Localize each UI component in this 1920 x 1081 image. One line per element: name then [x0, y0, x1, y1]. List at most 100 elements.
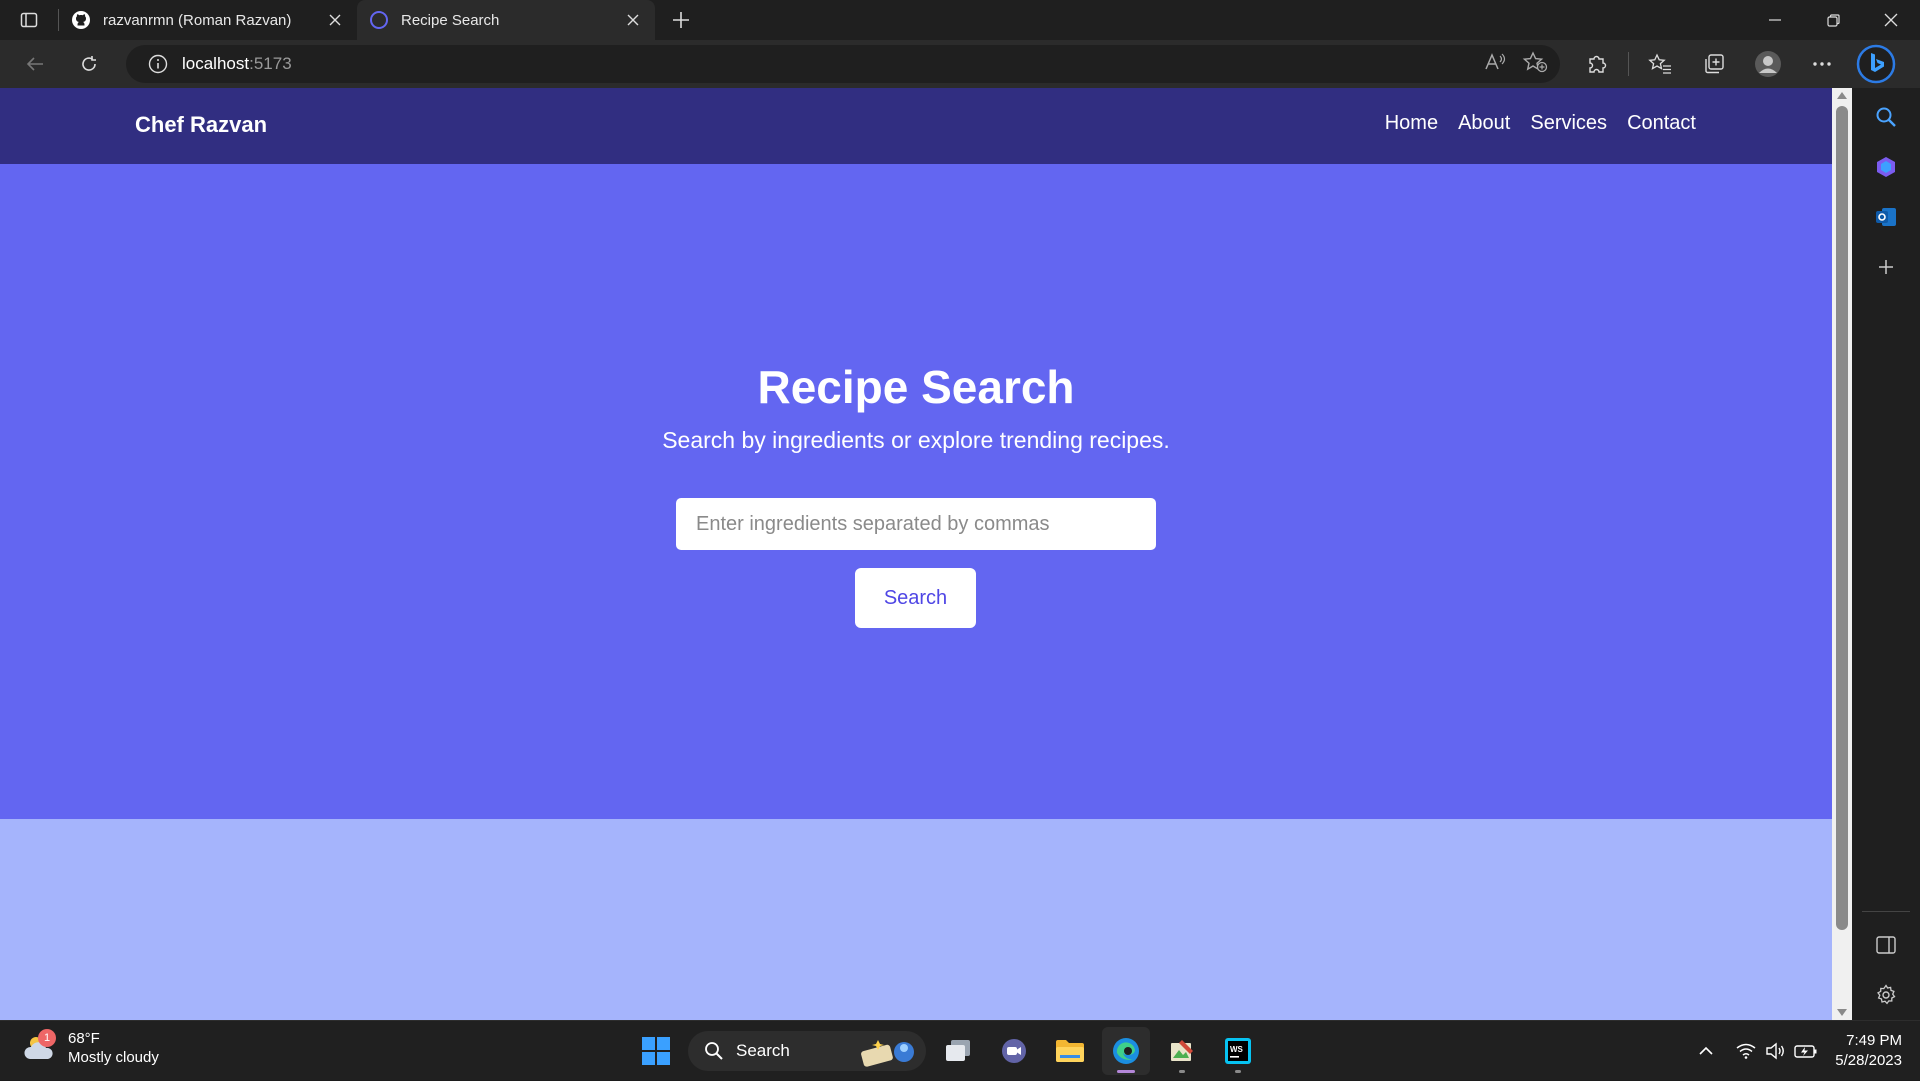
- collections-icon: [1705, 54, 1724, 74]
- close-window-button[interactable]: [1862, 0, 1920, 40]
- url-text: localhost:5173: [182, 54, 292, 74]
- read-aloud-button[interactable]: [1484, 52, 1508, 77]
- video-chat-icon: [1002, 1039, 1026, 1063]
- wifi-icon: [1736, 1043, 1756, 1059]
- extensions-button[interactable]: [1570, 40, 1624, 88]
- read-aloud-icon: [1485, 52, 1506, 69]
- edge-sidebar: [1852, 88, 1920, 1020]
- taskbar-clock[interactable]: 7:49 PM 5/28/2023: [1835, 1031, 1902, 1071]
- close-icon: [329, 14, 341, 26]
- weather-temp: 68°F: [68, 1030, 100, 1047]
- folder-icon: [1056, 1040, 1084, 1062]
- tab-actions-icon: [20, 12, 38, 28]
- more-dots-icon: [1813, 62, 1831, 66]
- system-tray: 7:49 PM 5/28/2023: [1691, 1021, 1920, 1081]
- scroll-up-arrow[interactable]: [1837, 92, 1847, 99]
- task-view-button[interactable]: [934, 1027, 982, 1075]
- search-icon: [1876, 107, 1896, 127]
- nav-link-services[interactable]: Services: [1530, 112, 1607, 135]
- restore-button[interactable]: [1804, 0, 1862, 40]
- clock-time: 7:49 PM: [1846, 1032, 1902, 1049]
- image-editor-button[interactable]: [1158, 1027, 1206, 1075]
- battery-button[interactable]: [1791, 1031, 1821, 1071]
- scrollbar-thumb[interactable]: [1836, 106, 1848, 930]
- refresh-button[interactable]: [66, 44, 112, 84]
- weather-desc: Mostly cloudy: [68, 1049, 159, 1066]
- tab-recipe-search[interactable]: Recipe Search: [357, 0, 655, 40]
- ingredients-search-input[interactable]: [676, 498, 1156, 550]
- tab-close-button[interactable]: [325, 10, 345, 30]
- browser-toolbar: localhost:5173: [0, 40, 1920, 88]
- sidebar-copilot-button[interactable]: [1852, 142, 1920, 192]
- start-button[interactable]: [632, 1027, 680, 1075]
- webstorm-button[interactable]: WS: [1214, 1027, 1262, 1075]
- taskbar-search-label: Search: [736, 1041, 790, 1060]
- more-menu-button[interactable]: [1795, 40, 1849, 88]
- bing-copilot-button[interactable]: [1849, 40, 1903, 88]
- site-brand[interactable]: Chef Razvan: [135, 112, 267, 138]
- windows-taskbar: 1 68°F Mostly cloudy Search WS 7:49 PM 5…: [0, 1020, 1920, 1080]
- tab-actions-button[interactable]: [0, 0, 58, 40]
- collections-button[interactable]: [1687, 40, 1741, 88]
- gear-icon: [1877, 984, 1896, 1005]
- active-app-indicator: [1117, 1070, 1135, 1073]
- show-hidden-icons-button[interactable]: [1691, 1031, 1721, 1071]
- new-tab-button[interactable]: [661, 0, 701, 40]
- sidebar-bottom: [1852, 911, 1920, 1020]
- task-view-icon: [946, 1040, 970, 1061]
- back-button[interactable]: [12, 44, 58, 84]
- minimize-button[interactable]: [1746, 0, 1804, 40]
- hide-sidebar-button[interactable]: [1852, 920, 1920, 970]
- hero-subtitle: Search by ingredients or explore trendin…: [662, 427, 1170, 453]
- sidebar-search-button[interactable]: [1852, 92, 1920, 142]
- tab-title: razvanrmn (Roman Razvan): [103, 11, 292, 29]
- sidebar-outlook-button[interactable]: [1852, 192, 1920, 242]
- file-explorer-button[interactable]: [1046, 1027, 1094, 1075]
- loading-circle-icon: [370, 11, 388, 29]
- site-nav-links: Home About Services Contact: [1385, 112, 1696, 135]
- puzzle-icon: [1589, 55, 1607, 73]
- image-editor-icon: [1171, 1040, 1193, 1061]
- wifi-button[interactable]: [1731, 1031, 1761, 1071]
- tab-close-button[interactable]: [623, 10, 643, 30]
- tab-github[interactable]: razvanrmn (Roman Razvan): [59, 0, 357, 40]
- search-highlight-icon: [861, 1040, 914, 1067]
- close-icon: [627, 14, 639, 26]
- battery-charging-icon: [1794, 1045, 1817, 1058]
- toolbar-divider: [1628, 52, 1629, 76]
- add-favorite-button[interactable]: [1522, 50, 1548, 78]
- weather-widget[interactable]: 1 68°F Mostly cloudy: [22, 1029, 159, 1067]
- avatar-icon: [1755, 51, 1781, 77]
- site-info-button[interactable]: [138, 45, 178, 83]
- nav-link-contact[interactable]: Contact: [1627, 112, 1696, 135]
- search-button[interactable]: Search: [855, 568, 976, 628]
- taskbar-search[interactable]: Search: [688, 1031, 926, 1071]
- edge-browser-button[interactable]: [1102, 1027, 1150, 1075]
- chevron-up-icon: [1699, 1046, 1713, 1055]
- running-app-indicator: [1179, 1070, 1185, 1073]
- info-icon: [148, 54, 168, 74]
- minimize-icon: [1769, 19, 1781, 21]
- teams-chat-button[interactable]: [990, 1027, 1038, 1075]
- star-add-icon: [1522, 50, 1548, 72]
- running-app-indicator: [1235, 1070, 1241, 1073]
- page-scrollbar[interactable]: [1832, 88, 1852, 1020]
- sidebar-settings-button[interactable]: [1852, 970, 1920, 1020]
- outlook-icon: [1876, 208, 1896, 226]
- nav-link-about[interactable]: About: [1458, 112, 1510, 135]
- nav-link-home[interactable]: Home: [1385, 112, 1438, 135]
- sidebar-add-button[interactable]: [1852, 242, 1920, 292]
- plus-icon: [1879, 260, 1893, 274]
- volume-button[interactable]: [1761, 1031, 1791, 1071]
- search-icon: [705, 1042, 723, 1060]
- refresh-icon: [82, 56, 96, 71]
- site-navbar: Chef Razvan Home About Services Contact: [0, 88, 1832, 164]
- address-bar[interactable]: localhost:5173: [126, 45, 1560, 83]
- notification-badge: 1: [38, 1029, 56, 1047]
- browser-tab-bar: razvanrmn (Roman Razvan) Recipe Search: [0, 0, 1920, 40]
- favorites-list-icon: [1648, 53, 1671, 74]
- favorites-button[interactable]: [1633, 40, 1687, 88]
- sidebar-divider: [1862, 911, 1910, 912]
- scroll-down-arrow[interactable]: [1837, 1009, 1847, 1016]
- profile-button[interactable]: [1741, 40, 1795, 88]
